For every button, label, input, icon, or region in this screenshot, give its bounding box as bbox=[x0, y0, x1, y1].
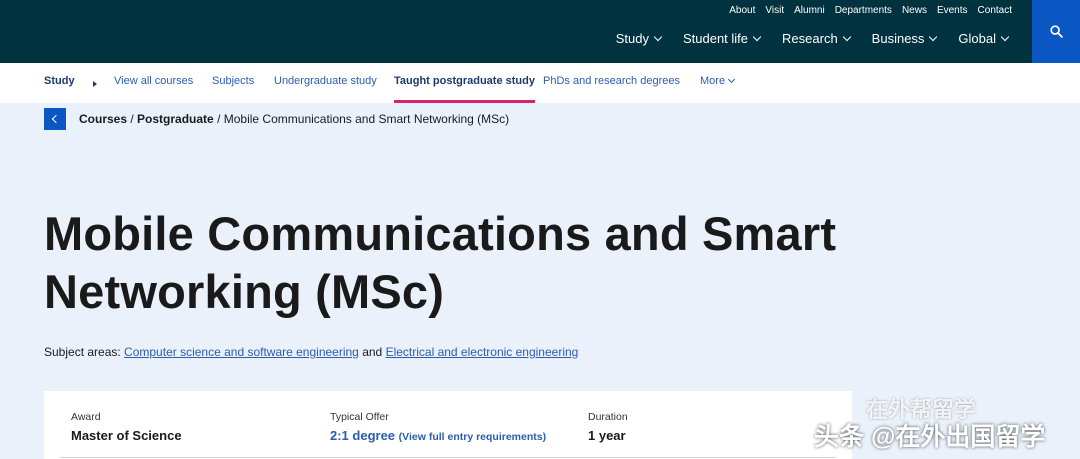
arrow-right-icon bbox=[93, 81, 97, 87]
typical-offer-value: 2:1 degree (View full entry requirements… bbox=[330, 428, 546, 443]
section-nav-view-all-courses[interactable]: View all courses bbox=[114, 63, 193, 103]
section-nav-taught-postgraduate[interactable]: Taught postgraduate study bbox=[394, 63, 535, 103]
view-entry-requirements-link[interactable]: (View full entry requirements) bbox=[399, 431, 546, 443]
subject-link-electrical-engineering[interactable]: Electrical and electronic engineering bbox=[386, 345, 579, 359]
breadcrumb-current: Mobile Communications and Smart Networki… bbox=[223, 112, 510, 126]
back-button[interactable] bbox=[44, 108, 66, 130]
utility-link-departments[interactable]: Departments bbox=[835, 5, 892, 16]
breadcrumb-postgraduate[interactable]: Postgraduate bbox=[137, 112, 214, 126]
award-label: Award bbox=[71, 411, 101, 423]
breadcrumb-separator: / bbox=[213, 112, 224, 126]
search-icon bbox=[1049, 25, 1063, 38]
subject-link-computer-science[interactable]: Computer science and software engineerin… bbox=[124, 345, 359, 359]
page-title-line-2: Networking (MSc) bbox=[44, 265, 445, 318]
utility-link-news[interactable]: News bbox=[902, 5, 927, 16]
utility-nav: About Visit Alumni Departments News Even… bbox=[729, 5, 1012, 16]
main-nav-study[interactable]: Study bbox=[615, 31, 663, 46]
card-divider bbox=[60, 457, 836, 458]
main-nav-label: Business bbox=[871, 31, 925, 46]
subject-areas: Subject areas: Computer science and soft… bbox=[44, 345, 578, 359]
section-nav-study[interactable]: Study bbox=[44, 63, 75, 103]
typical-offer-degree-link[interactable]: 2:1 degree bbox=[330, 428, 395, 443]
main-nav-business[interactable]: Business bbox=[871, 31, 938, 46]
watermark-line-2: 头条 @在外出国留学 bbox=[814, 423, 1046, 451]
chevron-down-icon bbox=[842, 32, 851, 41]
chevron-down-icon bbox=[929, 32, 938, 41]
chevron-down-icon bbox=[1000, 32, 1010, 41]
subject-areas-label: Subject areas: bbox=[44, 345, 125, 359]
chevron-down-icon bbox=[728, 75, 736, 84]
page-title-line-1: Mobile Communications and Smart bbox=[44, 207, 837, 260]
section-nav-phds[interactable]: PhDs and research degrees bbox=[543, 63, 680, 103]
duration-value: 1 year bbox=[588, 428, 626, 443]
typical-offer-label: Typical Offer bbox=[330, 411, 389, 423]
breadcrumb-separator: / bbox=[127, 112, 138, 126]
subject-conjunction: and bbox=[358, 345, 386, 359]
duration-label: Duration bbox=[588, 411, 628, 423]
section-nav-subjects[interactable]: Subjects bbox=[212, 63, 254, 103]
chevron-left-icon bbox=[51, 114, 61, 124]
main-nav-global[interactable]: Global bbox=[958, 31, 1010, 46]
section-nav: Study View all courses Subjects Undergra… bbox=[0, 63, 1080, 103]
section-nav-undergraduate[interactable]: Undergraduate study bbox=[274, 63, 377, 103]
duration-block: Duration 1 year bbox=[588, 411, 628, 443]
site-header: About Visit Alumni Departments News Even… bbox=[0, 0, 1080, 63]
main-nav-label: Study bbox=[615, 31, 649, 46]
utility-link-alumni[interactable]: Alumni bbox=[794, 5, 825, 16]
award-value: Master of Science bbox=[71, 428, 182, 443]
main-nav-student-life[interactable]: Student life bbox=[682, 31, 762, 46]
utility-link-events[interactable]: Events bbox=[937, 5, 968, 16]
main-nav-label: Student life bbox=[682, 31, 749, 46]
search-button[interactable] bbox=[1032, 0, 1080, 63]
typical-offer-block: Typical Offer 2:1 degree (View full entr… bbox=[330, 411, 546, 443]
utility-link-contact[interactable]: Contact bbox=[978, 5, 1012, 16]
section-nav-more[interactable]: More bbox=[700, 63, 736, 103]
chevron-down-icon bbox=[752, 32, 762, 41]
chevron-down-icon bbox=[653, 32, 663, 41]
breadcrumb-courses[interactable]: Courses bbox=[79, 112, 127, 126]
main-nav-research[interactable]: Research bbox=[782, 31, 851, 46]
more-label: More bbox=[700, 75, 726, 87]
utility-link-about[interactable]: About bbox=[729, 5, 755, 16]
main-nav: Study Student life Research Business Glo… bbox=[615, 31, 1010, 46]
page-title: Mobile Communications and Smart Networki… bbox=[44, 205, 944, 321]
course-summary-card: Award Master of Science Typical Offer 2:… bbox=[44, 391, 852, 459]
main-nav-label: Global bbox=[958, 31, 996, 46]
breadcrumb: Courses / Postgraduate / Mobile Communic… bbox=[79, 112, 509, 126]
main-nav-label: Research bbox=[782, 31, 838, 46]
utility-link-visit[interactable]: Visit bbox=[765, 5, 784, 16]
award-block: Award Master of Science bbox=[71, 411, 182, 443]
